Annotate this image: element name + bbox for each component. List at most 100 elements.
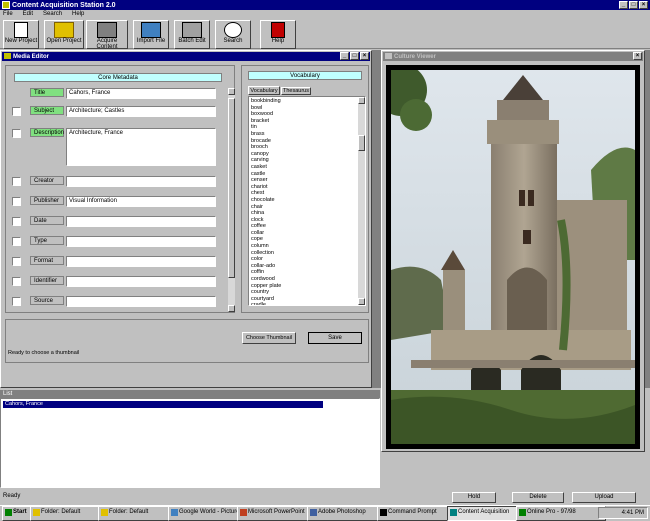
vocabulary-item[interactable]: cope (249, 236, 365, 243)
field-input[interactable] (66, 276, 216, 287)
vocab-scroll-up-icon[interactable] (358, 97, 365, 104)
vocabulary-item[interactable]: casket (249, 164, 365, 171)
vocabulary-item[interactable]: chest (249, 190, 365, 197)
editor-maximize-icon[interactable]: □ (350, 52, 359, 60)
delete-button[interactable]: Delete (512, 492, 564, 503)
taskbar-task[interactable]: Folder: Default (98, 506, 178, 521)
field-checkbox[interactable] (12, 217, 21, 226)
menu-search[interactable]: Search (43, 10, 62, 19)
list-item-selected[interactable]: Cahors, France (3, 401, 323, 408)
vocabulary-item[interactable]: collar-ado (249, 263, 365, 270)
task-app-icon (380, 509, 387, 516)
field-input[interactable]: Architecture, France (66, 128, 216, 166)
core-metadata-tab[interactable]: Core Metadata (14, 73, 222, 82)
import-file-label: Import File (136, 38, 166, 44)
tab-vocabulary[interactable]: Vocabulary (248, 86, 280, 95)
editor-minimize-icon[interactable]: _ (340, 52, 349, 60)
choose-thumbnail-button[interactable]: Choose Thumbnail (242, 332, 296, 344)
close-icon[interactable]: × (639, 1, 648, 9)
vocab-scroll-thumb[interactable] (358, 135, 365, 151)
tab-thesaurus[interactable]: Thesaurus (281, 87, 311, 95)
vocabulary-item[interactable]: tin (249, 124, 365, 131)
vocabulary-item[interactable]: collar (249, 230, 365, 237)
field-label: Type (30, 236, 64, 245)
vocabulary-item[interactable]: color (249, 256, 365, 263)
vocabulary-item[interactable]: bookbinding (249, 98, 365, 105)
field-input[interactable] (66, 176, 216, 187)
vocabulary-item[interactable]: coffin (249, 269, 365, 276)
vocabulary-item[interactable]: chariot (249, 184, 365, 191)
taskbar-task[interactable]: Online Pro - 97/98 (516, 506, 606, 521)
vocabulary-item[interactable]: collection (249, 250, 365, 257)
vocabulary-item[interactable]: bracket (249, 118, 365, 125)
vocabulary-item[interactable]: castle (249, 171, 365, 178)
taskbar-task[interactable]: Microsoft PowerPoint (237, 506, 317, 521)
vocabulary-item[interactable]: canopy (249, 151, 365, 158)
import-file-button[interactable]: Import File (133, 20, 169, 49)
scroll-up-icon[interactable] (228, 88, 235, 95)
menu-edit[interactable]: Edit (23, 10, 33, 19)
save-button[interactable]: Save (308, 332, 362, 344)
hold-button[interactable]: Hold (452, 492, 496, 503)
field-checkbox[interactable] (12, 277, 21, 286)
open-project-button[interactable]: Open Project (44, 20, 84, 49)
taskbar-task[interactable]: Content Acquisition (447, 506, 526, 521)
menu-file[interactable]: File (3, 10, 13, 19)
menu-help[interactable]: Help (72, 10, 84, 19)
minimize-icon[interactable]: _ (619, 1, 628, 9)
vocabulary-item[interactable]: cordwood (249, 276, 365, 283)
vocabulary-item[interactable]: bowl (249, 105, 365, 112)
vocabulary-item[interactable]: cradle (249, 302, 365, 305)
vocabulary-item[interactable]: china (249, 210, 365, 217)
taskbar-task[interactable]: Folder: Default (30, 506, 108, 521)
field-input[interactable] (66, 296, 216, 307)
field-input[interactable]: Visual Information (66, 196, 216, 207)
acquire-content-button[interactable]: Acquire Content (86, 20, 128, 50)
vocabulary-item[interactable]: boxwood (249, 111, 365, 118)
field-checkbox[interactable] (12, 107, 21, 116)
vocabulary-item[interactable]: coffee (249, 223, 365, 230)
list-box[interactable]: Cahors, France (0, 398, 380, 488)
vocabulary-item[interactable]: country (249, 289, 365, 296)
field-checkbox[interactable] (12, 237, 21, 246)
field-input[interactable] (66, 256, 216, 267)
field-input[interactable] (66, 236, 216, 247)
scroll-down-icon[interactable] (228, 305, 235, 312)
vocabulary-item[interactable]: censer (249, 177, 365, 184)
scroll-thumb[interactable] (228, 98, 235, 278)
vocabulary-item[interactable]: copper plate (249, 283, 365, 290)
search-button[interactable]: Search (215, 20, 251, 49)
field-input[interactable]: Cahors, France (66, 88, 216, 99)
taskbar-task[interactable]: Adobe Photoshop (307, 506, 387, 521)
taskbar-task[interactable]: Google World - Pictures (168, 506, 247, 521)
editor-close-icon[interactable]: × (360, 52, 369, 60)
vocabulary-item[interactable]: carving (249, 157, 365, 164)
new-project-button[interactable]: New Project (3, 20, 39, 49)
viewer-close-icon[interactable]: × (633, 52, 642, 60)
field-checkbox[interactable] (12, 177, 21, 186)
vocab-scroll-down-icon[interactable] (358, 298, 365, 305)
vocab-scrollbar[interactable] (358, 97, 365, 305)
vocabulary-item[interactable]: clock (249, 217, 365, 224)
field-checkbox[interactable] (12, 129, 21, 138)
upload-button[interactable]: Upload (572, 492, 636, 503)
help-button[interactable]: Help (260, 20, 296, 49)
field-input[interactable]: Architecture; Castles (66, 106, 216, 117)
metadata-scrollbar[interactable] (228, 88, 235, 312)
vocabulary-list[interactable]: bookbinding bowl boxwood bracket tin brass bro… (248, 96, 366, 306)
vocabulary-item[interactable]: chair (249, 204, 365, 211)
field-input[interactable] (66, 216, 216, 227)
taskbar-task[interactable]: Command Prompt (377, 506, 457, 521)
vocabulary-item[interactable]: column (249, 243, 365, 250)
vocabulary-item[interactable]: brass (249, 131, 365, 138)
maximize-icon[interactable]: □ (629, 1, 638, 9)
batch-edit-button[interactable]: Batch Edit (174, 20, 210, 49)
vocabulary-item[interactable]: chocolate (249, 197, 365, 204)
field-checkbox[interactable] (12, 257, 21, 266)
vocabulary-item[interactable]: brooch (249, 144, 365, 151)
task-app-icon (171, 509, 178, 516)
vocabulary-item[interactable]: brocade (249, 138, 365, 145)
vocabulary-item[interactable]: courtyard (249, 296, 365, 303)
field-checkbox[interactable] (12, 297, 21, 306)
field-checkbox[interactable] (12, 197, 21, 206)
